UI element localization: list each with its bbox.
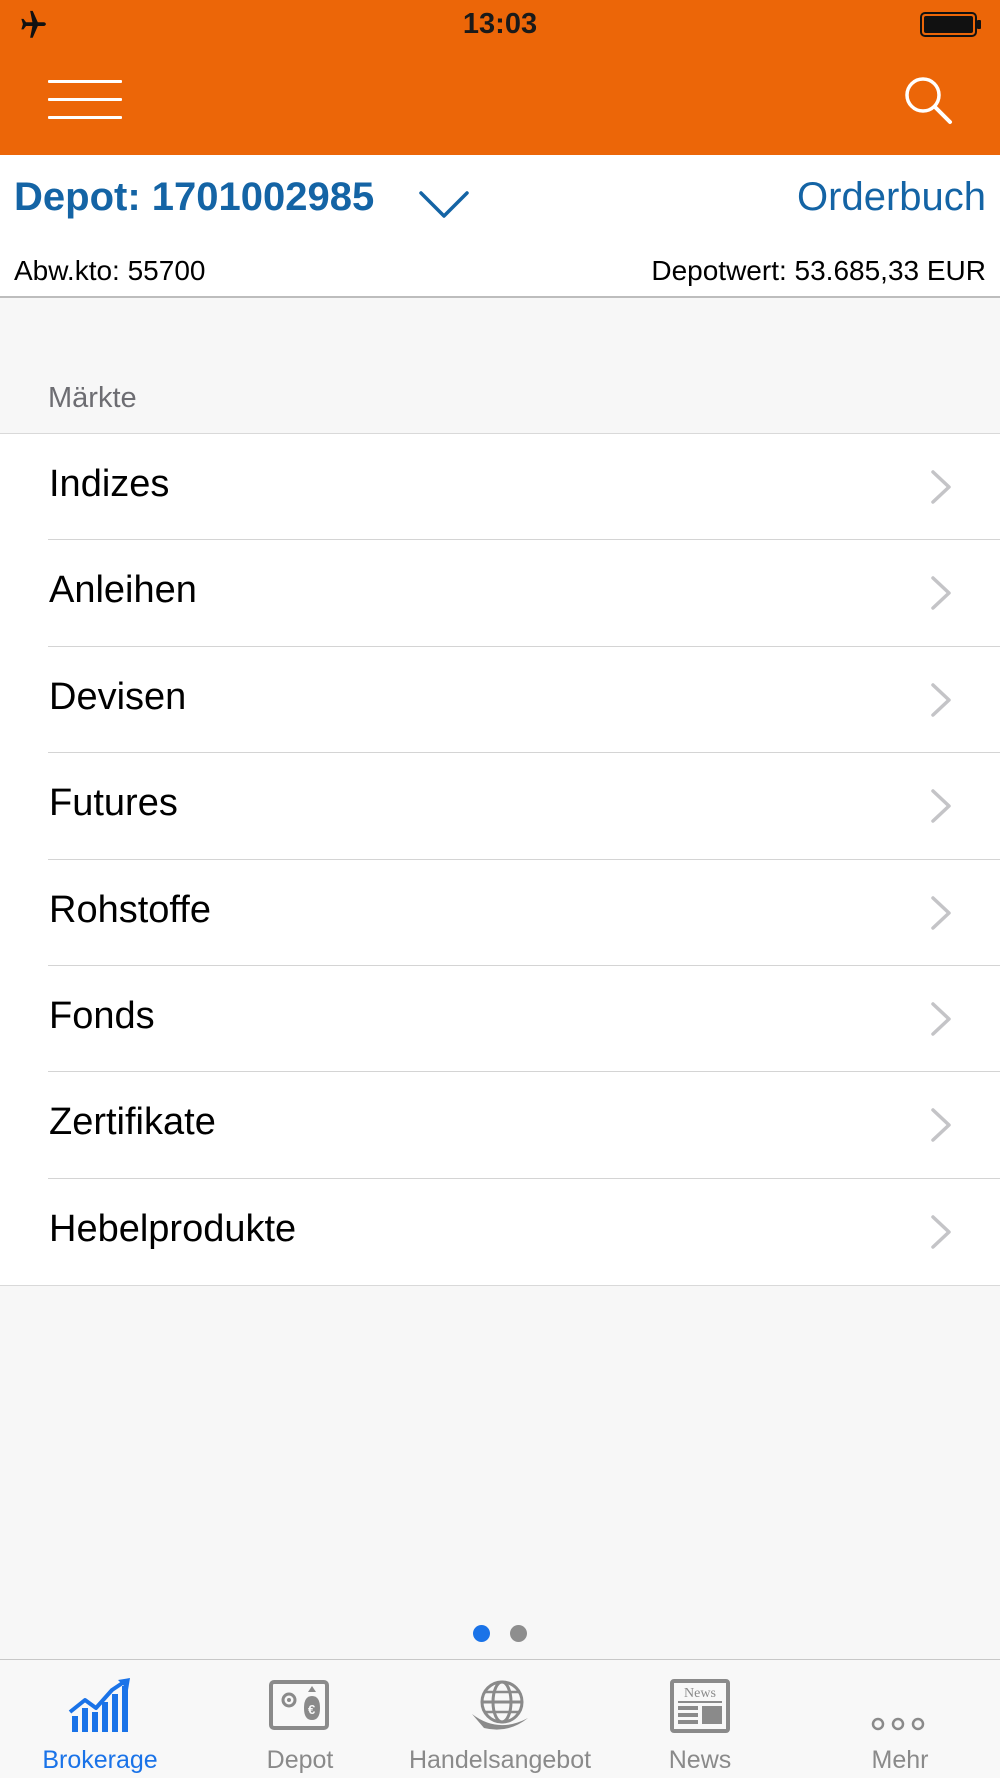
markets-list: Indizes Anleihen Devisen Futures Rohstof… (0, 433, 1000, 1287)
page-dot-1[interactable] (473, 1625, 490, 1642)
svg-text:€: € (308, 1702, 315, 1717)
tab-depot[interactable]: € Depot (200, 1660, 400, 1778)
chevron-down-icon[interactable] (418, 188, 470, 220)
chevron-right-icon (931, 683, 951, 717)
list-item-indizes[interactable]: Indizes (0, 434, 1000, 541)
list-item-futures[interactable]: Futures (0, 753, 1000, 860)
list-item-label: Indizes (49, 463, 170, 505)
list-item-label: Hebelprodukte (49, 1207, 297, 1250)
tab-mehr[interactable]: Mehr (800, 1660, 1000, 1778)
list-item-label: Zertifikate (49, 1101, 216, 1144)
list-item-label: Fonds (49, 994, 155, 1037)
tab-label: News (668, 1746, 732, 1774)
globe-icon (472, 1680, 528, 1730)
status-time: 13:03 (462, 8, 538, 40)
top-bar: 13:03 (0, 0, 1000, 155)
list-item-hebelprodukte[interactable]: Hebelprodukte (0, 1179, 1000, 1285)
list-item-fonds[interactable]: Fonds (0, 966, 1000, 1073)
brokerage-chart-icon (68, 1678, 130, 1732)
depot-title: Depot: 1701002985 (14, 175, 375, 219)
hamburger-icon (48, 116, 122, 119)
tab-brokerage[interactable]: Brokerage (0, 1660, 200, 1778)
depotwert-label: Depotwert: 53.685,33 EUR (651, 255, 986, 286)
search-icon[interactable] (902, 74, 954, 126)
list-item-zertifikate[interactable]: Zertifikate (0, 1072, 1000, 1179)
chevron-right-icon (931, 470, 951, 504)
hamburger-icon (48, 80, 122, 83)
more-dots-icon (871, 1717, 925, 1731)
status-bar: 13:03 (0, 0, 1000, 50)
tab-news[interactable]: News News (600, 1660, 800, 1778)
tab-label: Handelsangebot (408, 1746, 592, 1774)
chevron-right-icon (931, 1108, 951, 1143)
orderbuch-link[interactable]: Orderbuch (797, 175, 986, 220)
list-item-label: Rohstoffe (49, 888, 211, 931)
chevron-right-icon (931, 1002, 951, 1036)
tab-label: Depot (266, 1746, 334, 1774)
battery-icon (920, 12, 981, 37)
news-icon: News (670, 1679, 730, 1733)
section-label-maerkte: Märkte (48, 382, 137, 414)
chevron-right-icon (931, 1214, 951, 1249)
chevron-right-icon (931, 895, 951, 930)
depot-header: Depot: 1701002985 Orderbuch Abw.kto: 557… (0, 155, 1000, 298)
tab-handelsangebot[interactable]: Handelsangebot (400, 1660, 600, 1778)
tab-label: Brokerage (42, 1746, 158, 1774)
depot-selector[interactable]: Depot: 1701002985 (14, 175, 382, 220)
list-item-rohstoffe[interactable]: Rohstoffe (0, 860, 1000, 966)
page-dot-2[interactable] (510, 1625, 527, 1642)
list-item-label: Futures (49, 782, 178, 825)
tab-bar: Brokerage € Depot Handelsangebot News Ne… (0, 1659, 1000, 1778)
list-item-label: Anleihen (49, 569, 197, 612)
depot-icon: € (269, 1680, 329, 1730)
svg-text:News: News (684, 1686, 716, 1701)
abw-kto-label: Abw.kto: 55700 (14, 255, 206, 286)
hamburger-icon (48, 98, 122, 101)
chevron-right-icon (931, 789, 951, 823)
menu-button[interactable] (48, 80, 122, 120)
list-item-devisen[interactable]: Devisen (0, 647, 1000, 754)
list-item-label: Devisen (49, 675, 187, 718)
chevron-right-icon (931, 576, 951, 611)
list-item-anleihen[interactable]: Anleihen (0, 540, 1000, 647)
page-indicator (0, 1625, 1000, 1643)
tab-label: Mehr (871, 1746, 929, 1774)
